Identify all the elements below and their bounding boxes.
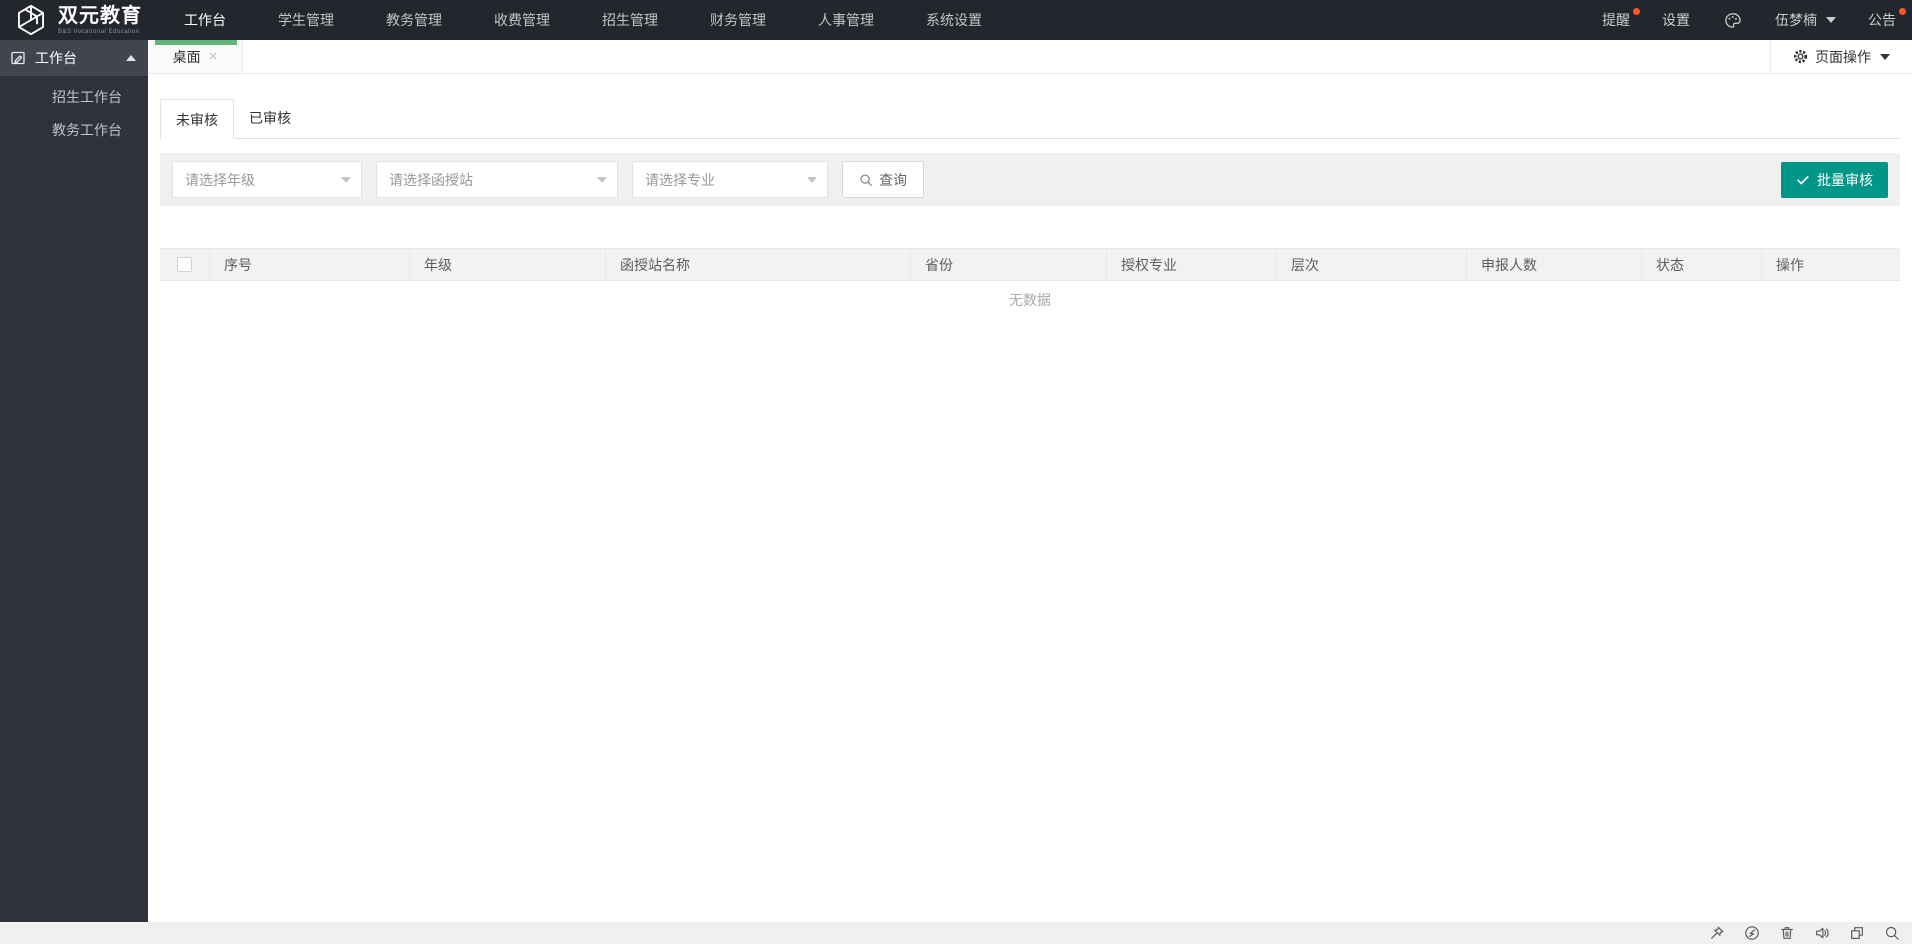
app-logo: 双元教育 B&S Vocational Education xyxy=(0,3,158,37)
trash-icon[interactable] xyxy=(1779,925,1795,941)
column-header-actions: 操作 xyxy=(1776,256,1804,273)
column-header-station-name: 函授站名称 xyxy=(606,249,911,280)
filter-toolbar: 请选择年级 请选择函授站 请选择专业 查询 批量审核 xyxy=(160,153,1900,206)
nav-item-enrollment[interactable]: 招生管理 xyxy=(576,0,684,40)
tab-reviewed[interactable]: 已审核 xyxy=(234,98,306,138)
table-header-row: 序号 年级 函授站名称 省份 授权专业 层次 申报人数 状态 操作 xyxy=(160,248,1900,281)
chevron-down-icon xyxy=(597,176,607,183)
nav-item-finance[interactable]: 财务管理 xyxy=(684,0,792,40)
gear-icon xyxy=(1793,49,1808,64)
column-header-level: 层次 xyxy=(1277,249,1467,280)
restore-window-icon[interactable] xyxy=(1849,925,1865,941)
review-tabs: 未审核 已审核 xyxy=(160,98,1900,139)
major-select-placeholder: 请选择专业 xyxy=(645,171,715,188)
chevron-down-icon xyxy=(1826,17,1836,23)
select-all-checkbox[interactable] xyxy=(177,257,192,272)
check-icon xyxy=(1796,173,1810,187)
nav-item-fees[interactable]: 收费管理 xyxy=(468,0,576,40)
zoom-icon[interactable] xyxy=(1884,925,1900,941)
app-subtitle: B&S Vocational Education xyxy=(58,28,140,35)
main-content: 未审核 已审核 请选择年级 请选择函授站 请选择专业 查询 批量审核 序号 年级… xyxy=(148,74,1912,922)
settings-link[interactable]: 设置 xyxy=(1646,0,1706,40)
table-empty-state: 无数据 xyxy=(1009,292,1051,308)
batch-review-label: 批量审核 xyxy=(1817,171,1873,188)
history-icon[interactable] xyxy=(1744,925,1760,941)
pin-icon[interactable] xyxy=(1709,925,1725,941)
announcement-label: 公告 xyxy=(1868,12,1896,28)
nav-item-hr[interactable]: 人事管理 xyxy=(792,0,900,40)
sidebar-item-academic-workbench[interactable]: 教务工作台 xyxy=(0,114,148,147)
nav-item-system-settings[interactable]: 系统设置 xyxy=(900,0,1008,40)
batch-review-button[interactable]: 批量审核 xyxy=(1781,161,1888,198)
page-tab-bar: 桌面 × 页面操作 xyxy=(148,40,1912,74)
user-name: 伍梦楠 xyxy=(1775,12,1817,28)
tab-desktop[interactable]: 桌面 × xyxy=(148,40,243,73)
table-header-checkbox-cell xyxy=(160,249,210,280)
sidebar-item-enrollment-workbench[interactable]: 招生工作台 xyxy=(0,81,148,114)
page-actions-label: 页面操作 xyxy=(1815,48,1871,65)
column-header-applicant-count: 申报人数 xyxy=(1467,249,1642,280)
column-header-seq: 序号 xyxy=(210,249,410,280)
notice-alert-dot xyxy=(1633,8,1640,15)
brand-knot-icon xyxy=(13,3,49,37)
tab-desktop-label: 桌面 xyxy=(172,48,201,65)
nav-item-workbench[interactable]: 工作台 xyxy=(158,0,252,40)
page-actions-button[interactable]: 页面操作 xyxy=(1770,40,1912,73)
theme-palette-icon[interactable] xyxy=(1706,12,1759,29)
column-header-grade: 年级 xyxy=(410,249,606,280)
search-button[interactable]: 查询 xyxy=(842,161,924,198)
correspondence-station-select[interactable]: 请选择函授站 xyxy=(376,161,618,198)
grade-select[interactable]: 请选择年级 xyxy=(172,161,362,198)
chevron-down-icon xyxy=(807,176,817,183)
station-select-placeholder: 请选择函授站 xyxy=(389,171,473,188)
settings-label: 设置 xyxy=(1662,12,1690,28)
app-title: 双元教育 xyxy=(58,4,142,27)
status-bar xyxy=(0,922,1912,944)
tab-unreviewed[interactable]: 未审核 xyxy=(160,99,234,139)
column-header-province: 省份 xyxy=(911,249,1107,280)
announcement-link[interactable]: 公告 xyxy=(1852,0,1912,40)
top-navigation-bar: 双元教育 B&S Vocational Education 工作台 学生管理 教… xyxy=(0,0,1912,40)
notice-label: 提醒 xyxy=(1602,12,1630,28)
search-icon xyxy=(859,173,873,187)
sidebar-group-label: 工作台 xyxy=(35,50,77,66)
sidebar-group-workbench[interactable]: 工作台 xyxy=(0,40,148,76)
workbench-doc-icon xyxy=(10,50,26,66)
major-select[interactable]: 请选择专业 xyxy=(632,161,828,198)
speaker-icon[interactable] xyxy=(1814,925,1830,941)
user-menu[interactable]: 伍梦楠 xyxy=(1759,0,1852,40)
tab-close-icon[interactable]: × xyxy=(209,49,218,64)
nav-item-students[interactable]: 学生管理 xyxy=(252,0,360,40)
chevron-down-icon xyxy=(1880,53,1890,60)
search-button-label: 查询 xyxy=(879,171,907,188)
announcement-alert-dot xyxy=(1899,8,1906,15)
chevron-down-icon xyxy=(341,176,351,183)
column-header-authorized-major: 授权专业 xyxy=(1107,249,1277,280)
column-header-status: 状态 xyxy=(1642,249,1762,280)
top-menu: 工作台 学生管理 教务管理 收费管理 招生管理 财务管理 人事管理 系统设置 xyxy=(158,0,1008,40)
grade-select-placeholder: 请选择年级 xyxy=(185,171,255,188)
notice-link[interactable]: 提醒 xyxy=(1586,0,1646,40)
review-table: 序号 年级 函授站名称 省份 授权专业 层次 申报人数 状态 操作 无数据 xyxy=(160,248,1900,319)
chevron-up-icon xyxy=(126,55,136,61)
sidebar: 工作台 招生工作台 教务工作台 xyxy=(0,40,148,922)
nav-item-academics[interactable]: 教务管理 xyxy=(360,0,468,40)
